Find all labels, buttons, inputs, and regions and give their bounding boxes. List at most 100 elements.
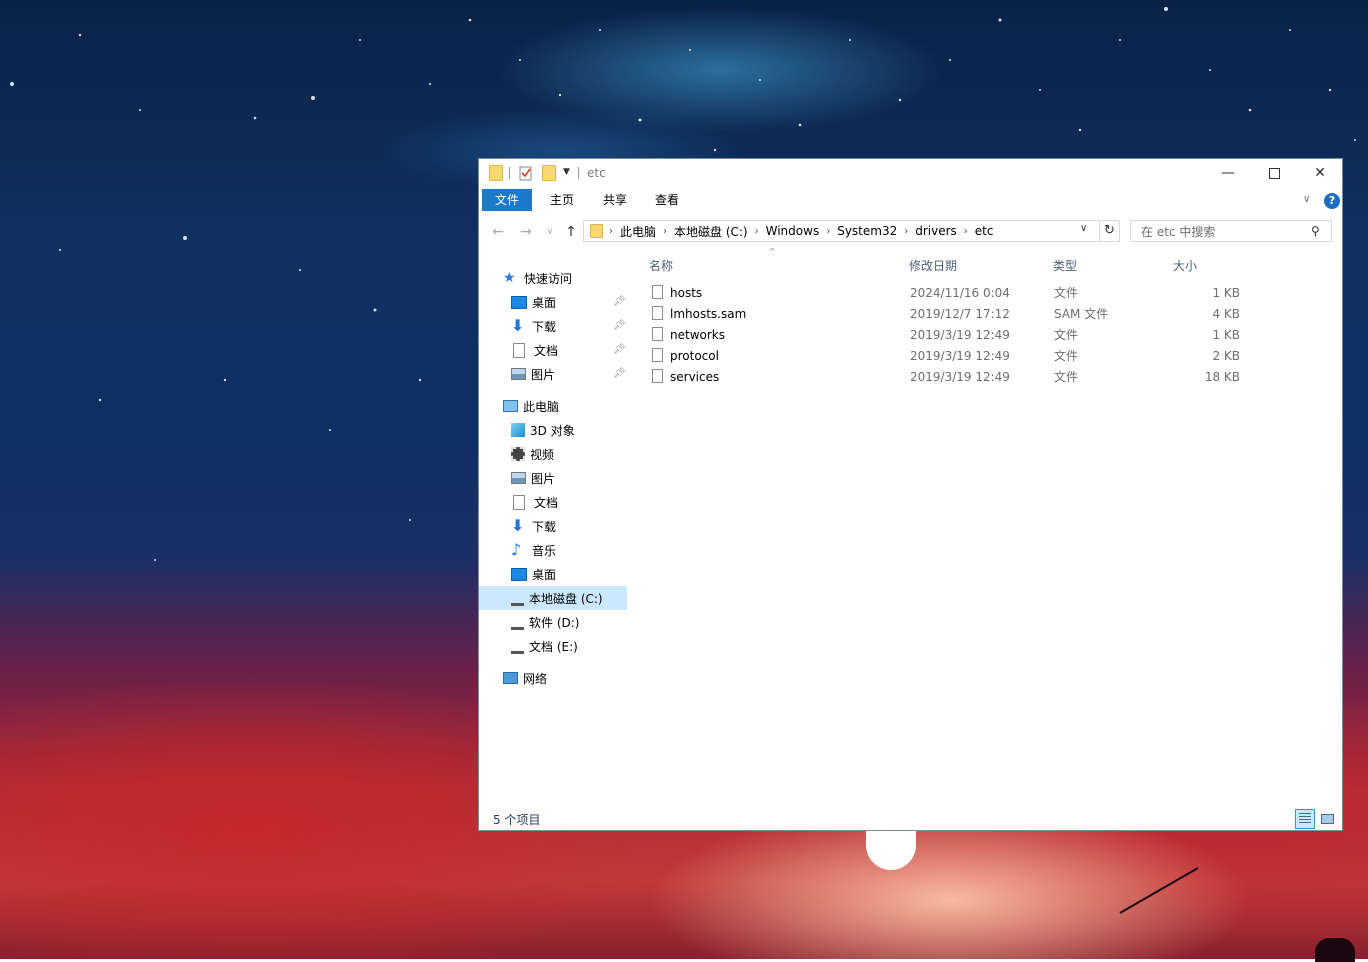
breadcrumb-system32[interactable]: System32: [831, 224, 903, 238]
desktop-icon: [511, 295, 527, 309]
back-arrow-icon: ←: [492, 224, 504, 240]
sidebar-item-label: 文档 (E:): [529, 639, 578, 654]
file-date: 2019/12/7 17:12: [910, 307, 1010, 321]
file-name: hosts: [670, 286, 703, 300]
file-explorer-window: ▼ etc — ✕ 文件 主页 共享 查看 ∨ ? ← → ∨ ↑ › 此电脑 …: [478, 158, 1343, 831]
search-icon: ⚲: [1311, 224, 1320, 238]
cube-icon: [511, 423, 525, 437]
customize-toolbar-icon[interactable]: ▼: [563, 167, 570, 183]
up-button[interactable]: ↑: [562, 223, 580, 241]
file-type: 文件: [1054, 349, 1079, 363]
sidebar-item-quick-access[interactable]: ★ 快速访问: [503, 266, 572, 290]
breadcrumb-drivers[interactable]: drivers: [909, 224, 963, 238]
file-name: networks: [670, 328, 725, 342]
pin-icon[interactable]: 📌︎: [613, 320, 626, 331]
table-row[interactable]: lmhosts.sam 2019/12/7 17:12 SAM 文件 4 KB: [647, 304, 1247, 325]
sidebar-item-3d-objects[interactable]: 3D 对象: [511, 418, 575, 442]
folder-icon: [489, 165, 503, 181]
file-icon: [652, 369, 663, 383]
table-row[interactable]: networks 2019/3/19 12:49 文件 1 KB: [647, 325, 1247, 346]
search-box[interactable]: ⚲: [1130, 220, 1332, 242]
file-date: 2019/3/19 12:49: [910, 328, 1010, 342]
breadcrumb-etc[interactable]: etc: [969, 224, 1000, 238]
tab-view[interactable]: 查看: [642, 189, 692, 211]
expand-ribbon-icon[interactable]: ∨: [1303, 194, 1310, 205]
close-icon: ✕: [1314, 165, 1326, 181]
table-row[interactable]: services 2019/3/19 12:49 文件 18 KB: [647, 367, 1247, 388]
column-header-date[interactable]: 修改日期: [909, 255, 957, 277]
sidebar-item-drive-d[interactable]: 软件 (D:): [511, 610, 579, 634]
sidebar-item-documents[interactable]: 文档: [511, 338, 558, 362]
sidebar-item-local-disk-c[interactable]: 本地磁盘 (C:): [479, 586, 627, 610]
breadcrumb-separator[interactable]: ›: [603, 226, 614, 237]
desktop-icon: [511, 567, 527, 581]
file-name: lmhosts.sam: [670, 307, 747, 321]
pin-icon[interactable]: 📌︎: [613, 296, 626, 307]
sidebar-item-videos[interactable]: 视频: [511, 442, 554, 466]
download-arrow-icon: ⬇: [511, 316, 525, 335]
forward-arrow-icon: →: [520, 224, 532, 240]
sidebar-item-downloads[interactable]: ⬇ 下载: [511, 314, 556, 338]
refresh-button[interactable]: ↻: [1100, 220, 1120, 242]
tab-home[interactable]: 主页: [537, 189, 587, 211]
address-bar[interactable]: › 此电脑 › 本地磁盘 (C:) › Windows › System32 ›…: [583, 220, 1100, 242]
sidebar-item-network[interactable]: 网络: [503, 666, 547, 690]
file-icon: [652, 285, 663, 299]
sidebar-item-label: 音乐: [532, 543, 557, 558]
navigation-bar: ← → ∨ ↑ › 此电脑 › 本地磁盘 (C:) › Windows › Sy…: [479, 219, 1342, 245]
sidebar-item-label: 网络: [523, 671, 548, 686]
sidebar-item-music[interactable]: ♪ 音乐: [511, 538, 556, 562]
back-button[interactable]: ←: [489, 223, 507, 241]
sidebar-item-pictures-pc[interactable]: 图片: [511, 466, 555, 490]
drive-icon: [511, 597, 524, 606]
file-type: 文件: [1054, 328, 1079, 342]
minimize-button[interactable]: —: [1205, 159, 1251, 187]
file-date: 2024/11/16 0:04: [910, 286, 1010, 300]
file-date: 2019/3/19 12:49: [910, 370, 1010, 384]
properties-icon[interactable]: [519, 165, 533, 181]
breadcrumb-this-pc[interactable]: 此电脑: [614, 223, 662, 240]
title-separator: [509, 167, 510, 179]
new-folder-icon[interactable]: [542, 165, 556, 181]
ribbon-tabs: 文件 主页 共享 查看 ∨ ?: [479, 189, 1342, 211]
search-input[interactable]: [1139, 223, 1303, 241]
computer-icon: [503, 400, 518, 412]
close-button[interactable]: ✕: [1297, 159, 1343, 187]
details-view-icon: [1299, 813, 1311, 825]
pin-icon[interactable]: 📌︎: [613, 368, 626, 379]
address-history-icon[interactable]: ∨: [1080, 223, 1087, 234]
drive-icon: [511, 621, 524, 630]
maximize-button[interactable]: [1251, 159, 1297, 187]
file-type: 文件: [1054, 370, 1079, 384]
forward-button[interactable]: →: [517, 223, 535, 241]
sidebar-item-label: 本地磁盘 (C:): [529, 591, 603, 606]
sidebar-item-desktop-pc[interactable]: 桌面: [511, 562, 556, 586]
title-bar[interactable]: ▼ etc — ✕: [479, 159, 1342, 187]
breadcrumb-windows[interactable]: Windows: [760, 224, 826, 238]
tab-share[interactable]: 共享: [590, 189, 640, 211]
file-size: 18 KB: [1204, 370, 1240, 384]
sidebar-item-label: 视频: [530, 447, 555, 462]
tab-file[interactable]: 文件: [482, 189, 532, 211]
table-row[interactable]: protocol 2019/3/19 12:49 文件 2 KB: [647, 346, 1247, 367]
table-row[interactable]: hosts 2024/11/16 0:04 文件 1 KB: [647, 283, 1247, 304]
large-icons-view-button[interactable]: [1317, 809, 1337, 829]
sidebar-item-this-pc[interactable]: 此电脑: [503, 394, 559, 418]
details-view-button[interactable]: [1295, 809, 1315, 829]
refresh-icon: ↻: [1104, 223, 1115, 238]
sidebar-item-documents-pc[interactable]: 文档: [511, 490, 558, 514]
column-header-type[interactable]: 类型: [1053, 255, 1077, 277]
pin-icon[interactable]: 📌︎: [613, 344, 626, 355]
file-size: 1 KB: [1212, 328, 1240, 342]
help-icon[interactable]: ?: [1324, 193, 1340, 209]
column-header-name[interactable]: 名称: [649, 255, 673, 277]
breadcrumb-local-disk[interactable]: 本地磁盘 (C:): [668, 223, 754, 240]
column-header-size[interactable]: 大小: [1173, 255, 1197, 277]
sidebar-item-label: 文档: [534, 495, 559, 510]
file-icon: [652, 306, 663, 320]
sidebar-item-pictures[interactable]: 图片: [511, 362, 555, 386]
sidebar-item-downloads-pc[interactable]: ⬇ 下载: [511, 514, 556, 538]
sidebar-item-label: 快速访问: [524, 271, 573, 286]
recent-locations-button[interactable]: ∨: [541, 223, 559, 241]
sidebar-item-drive-e[interactable]: 文档 (E:): [511, 634, 578, 658]
